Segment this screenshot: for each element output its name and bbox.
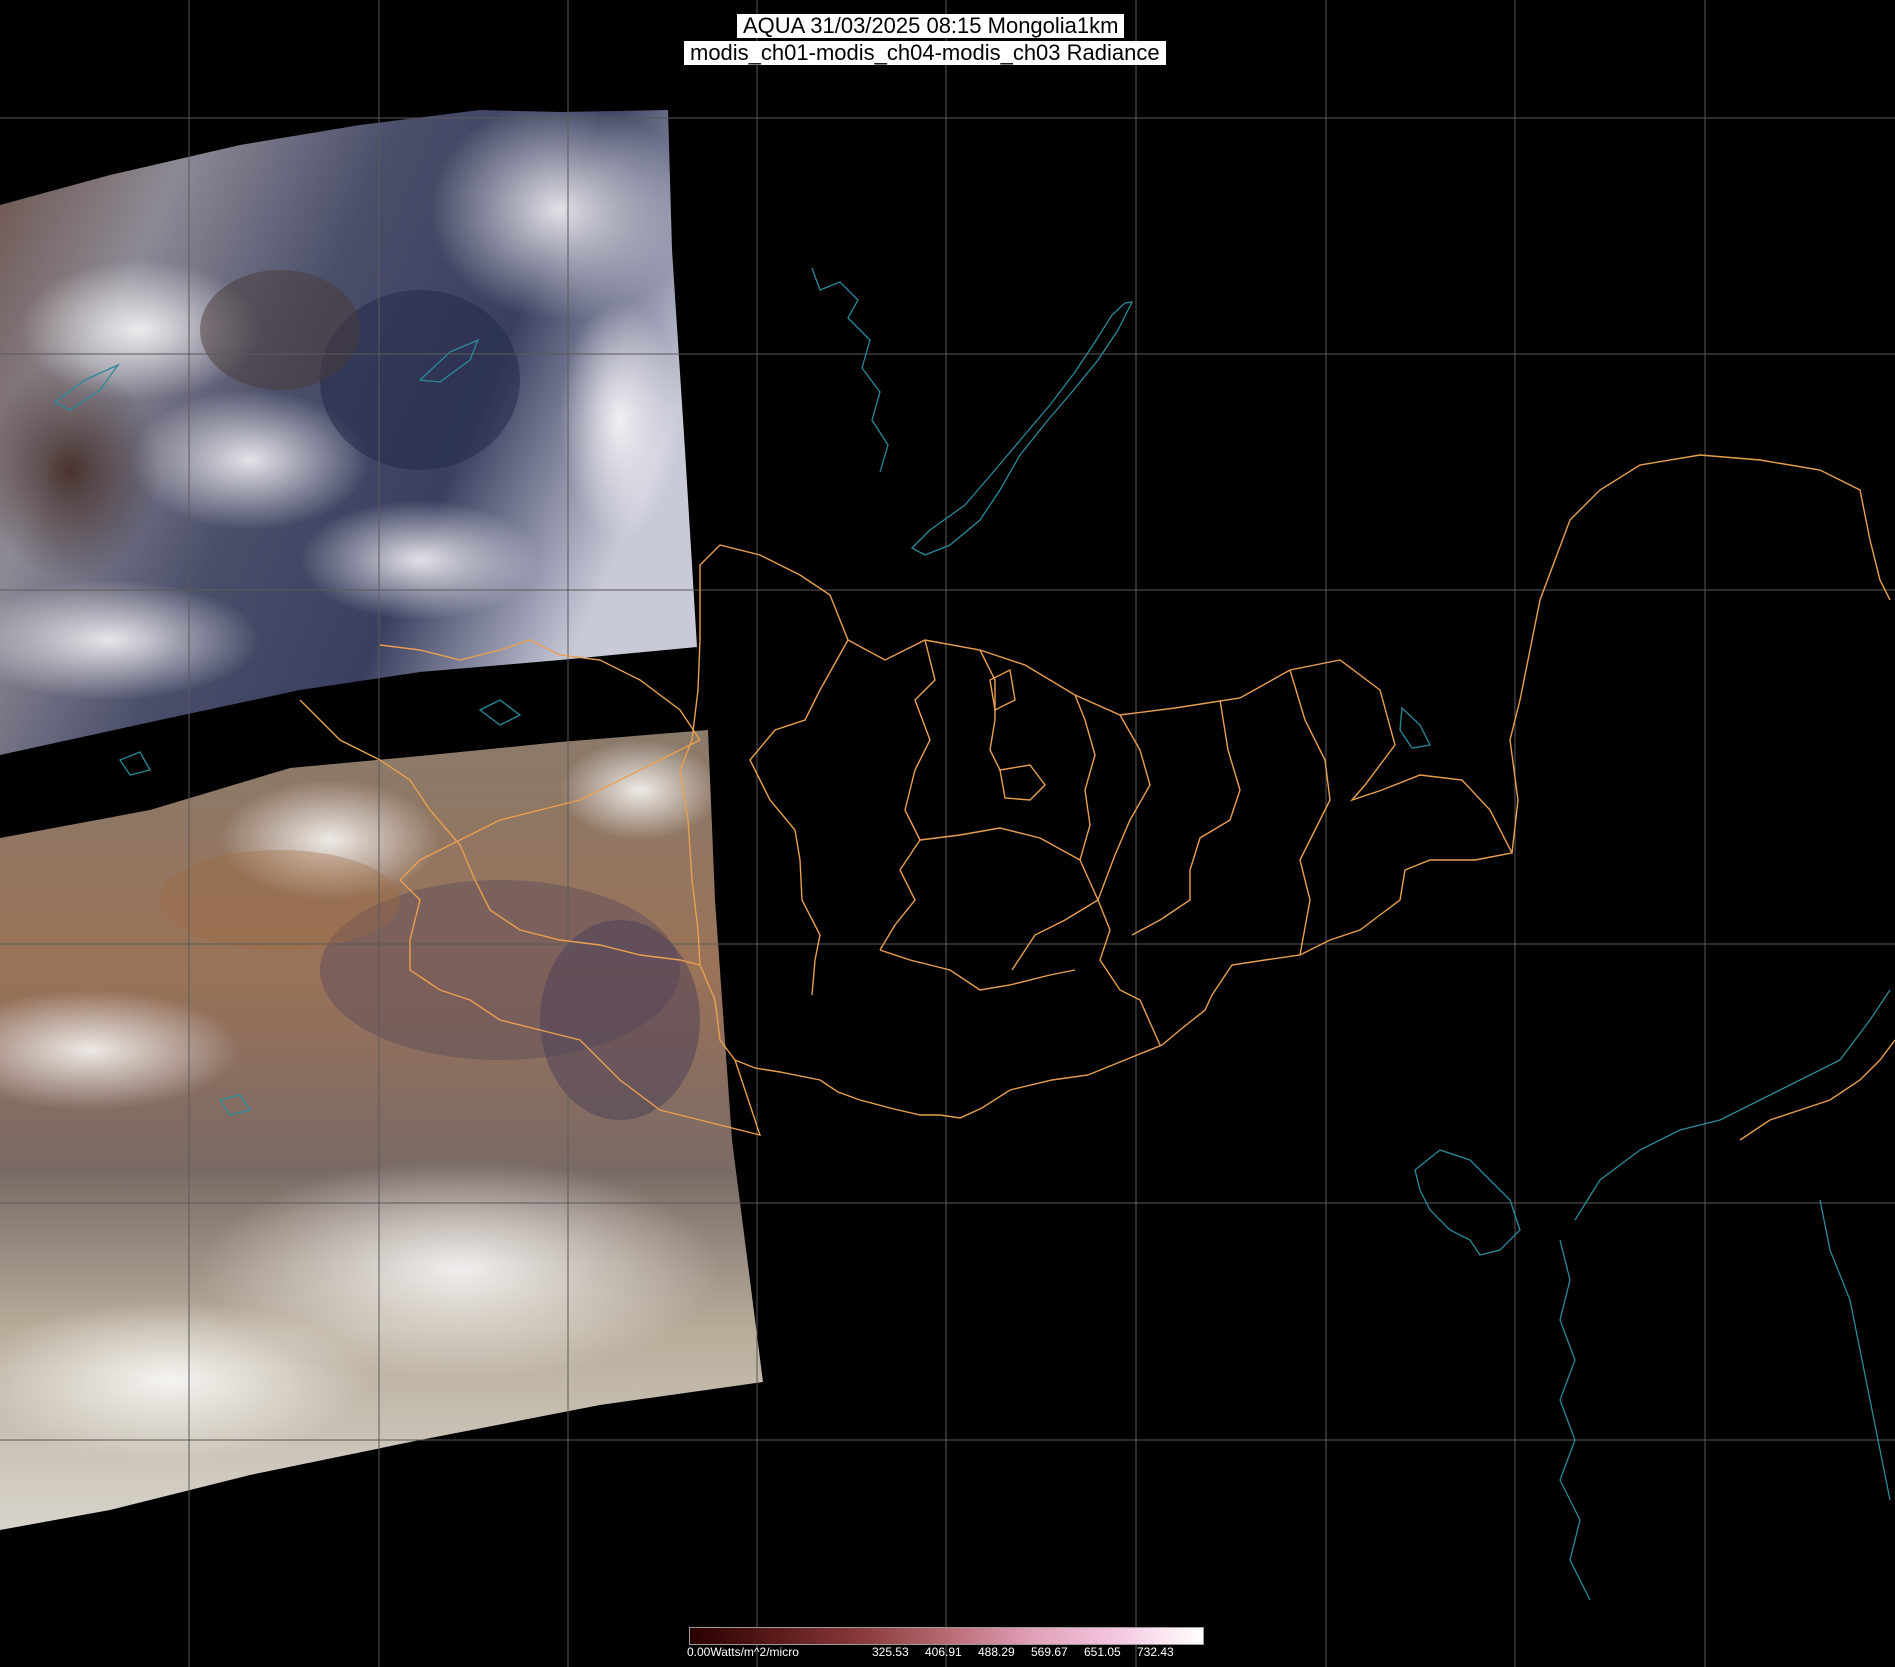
- lake-baikal: [910, 301, 1134, 556]
- title-line-2: modis_ch01-modis_ch04-modis_ch03 Radianc…: [684, 41, 1166, 65]
- province-line-10: [979, 649, 1001, 771]
- colorbar-legend: 0.00Watts/m^2/micro 325.53 406.91 488.29…: [687, 1627, 1204, 1659]
- satellite-swath-north: [0, 110, 697, 755]
- province-line-1: [749, 639, 849, 996]
- province-line-7: [919, 827, 1081, 861]
- province-line-4: [1011, 714, 1151, 971]
- satellite-swath-south: [0, 730, 763, 1530]
- province-line-3: [1074, 694, 1099, 901]
- colorbar-tick-label: 406.91: [925, 1645, 962, 1659]
- title-line-1: AQUA 31/03/2025 08:15 Mongolia1km: [737, 14, 1125, 38]
- colorbar-tick-label: 651.05: [1084, 1645, 1121, 1659]
- province-line-2: [879, 639, 936, 951]
- darkhan: [999, 764, 1046, 801]
- province-line-5: [1131, 699, 1241, 936]
- map-canvas: [0, 0, 1895, 1667]
- province-line-6: [1289, 669, 1331, 956]
- china-korea-border: [1739, 1039, 1895, 1141]
- province-line-9: [879, 949, 1076, 991]
- colorbar-tick-label: 569.67: [1031, 1645, 1068, 1659]
- river-yenisei: [811, 267, 889, 473]
- korea-coast: [1819, 1199, 1891, 1501]
- small-lake-3: [478, 699, 522, 726]
- mongolia-border: [679, 544, 1514, 1119]
- small-lake-2: [119, 751, 151, 776]
- colorbar-gradient: [689, 1627, 1204, 1645]
- colorbar-tick-label: 488.29: [978, 1645, 1015, 1659]
- china-east-coast: [1559, 1239, 1591, 1601]
- colorbar-tick-label: 325.53: [872, 1645, 909, 1659]
- china-russia-border-east: [1509, 454, 1891, 854]
- lake-hulun: [1399, 706, 1431, 749]
- yellow-sea-coast: [1574, 989, 1891, 1221]
- colorbar-tick-label: 732.43: [1137, 1645, 1174, 1659]
- province-line-8: [1097, 899, 1161, 1046]
- colorbar-min-label: 0.00Watts/m^2/micro: [687, 1645, 799, 1659]
